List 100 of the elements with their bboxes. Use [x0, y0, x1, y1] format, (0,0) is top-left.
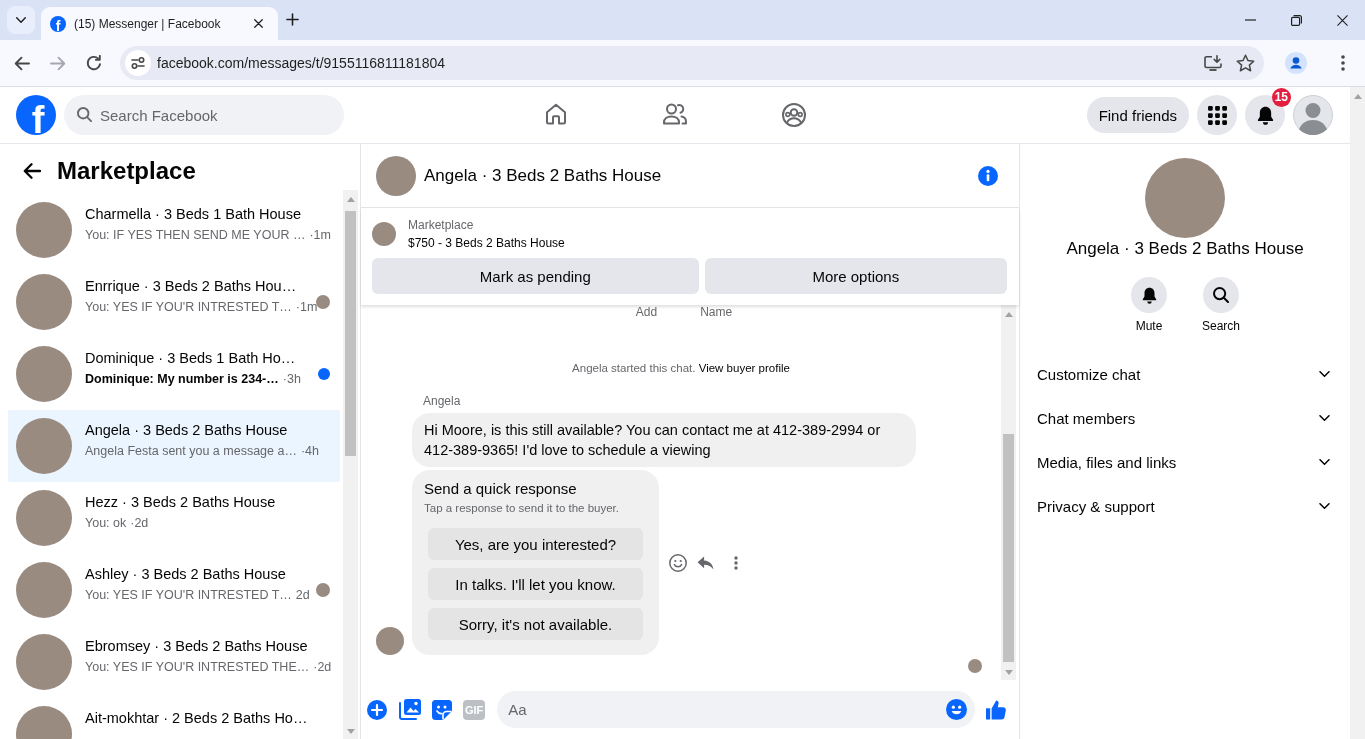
more-icon[interactable] [734, 555, 738, 570]
conversation-item[interactable]: Ashley · 3 Beds 2 Baths House You: YES IF YOU'R INTRESTED T… 2d [8, 554, 340, 626]
conversation-avatar [16, 418, 72, 474]
menu-button[interactable] [1197, 95, 1237, 135]
conversation-title: Hezz · 3 Beds 2 Baths House [85, 493, 277, 512]
section-row[interactable]: Customize chat [1020, 352, 1350, 396]
quick-response-button[interactable]: In talks. I'll let you know. [428, 568, 643, 600]
search-field[interactable]: Search Facebook [64, 95, 344, 135]
conversation-item[interactable]: Hezz · 3 Beds 2 Baths House You: ok ·2d [8, 482, 340, 554]
message-time: ·3h [282, 371, 301, 388]
conversation-item[interactable]: Enrrique · 3 Beds 2 Baths Hou… You: YES IF YOU'R INTRESTED T… ·1m [8, 266, 340, 338]
message-preview: Dominique: My number is 234-… [85, 371, 279, 388]
conversation-avatar [16, 202, 72, 258]
info-icon[interactable] [978, 165, 998, 186]
quick-response-button[interactable]: Sorry, it's not available. [428, 608, 643, 640]
message-field[interactable]: Aa [497, 691, 975, 728]
section-row[interactable]: Chat members [1020, 396, 1350, 440]
url-text: facebook.com/messages/t/9155116811181804 [157, 55, 445, 71]
conversation-item[interactable]: Ait-mokhtar · 2 Beds 2 Baths Ho… [8, 698, 340, 739]
bell-icon [1141, 286, 1157, 304]
message-time: 2d [295, 587, 310, 604]
conversation-item[interactable]: Ebromsey · 3 Beds 2 Baths House You: YES IF YOU'R INTRESTED THE… ·2d [8, 626, 340, 698]
conversation-item[interactable]: Dominique · 3 Beds 1 Bath Ho… Dominique: My number is 234-… ·3h [8, 338, 340, 410]
message-preview: You: YES IF YOU'R INTRESTED T… [85, 299, 292, 316]
minimize-icon[interactable] [1244, 19, 1256, 21]
install-icon[interactable] [1204, 55, 1222, 71]
message-time: ·2d [313, 659, 332, 676]
search-icon [77, 107, 92, 122]
sidebar-title: Marketplace [57, 157, 196, 185]
search-icon [1213, 287, 1229, 303]
reply-icon[interactable] [697, 555, 714, 570]
message-bubble: Hi Moore, is this still available? You can contact me at 412-389-2994 or 412-389-9365! I'd love to schedule a viewing [412, 413, 916, 467]
conversation-title: Ait-mokhtar · 2 Beds 2 Baths Ho… [85, 709, 309, 728]
listing-title: $750 - 3 Beds 2 Baths House [408, 236, 565, 250]
back-arrow-icon[interactable] [14, 55, 30, 71]
group-icon[interactable] [782, 103, 806, 127]
emoji-icon[interactable] [946, 699, 967, 720]
site-settings-icon[interactable] [125, 50, 151, 76]
listing-action-button[interactable]: More options [704, 258, 1007, 294]
message-preview: Angela Festa sent you a message a… [85, 443, 297, 460]
grid-icon [1207, 105, 1227, 125]
image-icon[interactable] [399, 699, 421, 720]
restore-icon[interactable] [1290, 14, 1302, 26]
smiley-icon[interactable] [669, 553, 687, 572]
message-preview: You: YES IF YOU'R INTRESTED THE… [85, 659, 310, 676]
button-caption: Mute [1135, 318, 1163, 334]
search-button[interactable] [1203, 277, 1239, 313]
menu-icon[interactable] [1341, 55, 1345, 71]
find-friends-button[interactable]: Find friends [1086, 97, 1189, 133]
quick-response-button[interactable]: Yes, are you interested? [428, 528, 643, 560]
profile-icon[interactable] [1285, 52, 1307, 74]
conversation-avatar [376, 155, 416, 196]
notification-badge: 15 [1271, 88, 1291, 107]
message-time: ·4h [300, 443, 319, 460]
new-tab-icon[interactable] [286, 13, 299, 26]
chevron-down-icon [16, 17, 26, 23]
sender-name: Angela [423, 394, 461, 408]
conversation-title: Dominique · 3 Beds 1 Bath Ho… [85, 349, 297, 368]
tab-list-button[interactable] [7, 6, 35, 34]
star-icon[interactable] [1236, 54, 1255, 72]
address-bar[interactable]: facebook.com/messages/t/9155116811181804 [120, 46, 1264, 80]
section-row[interactable]: Media, files and links [1020, 440, 1350, 484]
mute-button[interactable] [1131, 277, 1167, 313]
facebook-logo[interactable]: f [16, 95, 56, 135]
listing-action-button[interactable]: Mark as pending [372, 258, 699, 294]
scrollbar-thumb[interactable] [1003, 434, 1014, 662]
profile-name: Angela · 3 Beds 2 Baths House [1066, 238, 1304, 260]
quick-response-title: Send a quick response [424, 479, 578, 499]
system-note: Angela started this chat. View buyer profile [571, 361, 791, 376]
seen-avatar [968, 659, 982, 673]
reload-icon[interactable] [86, 55, 102, 71]
conversation-avatar [16, 634, 72, 690]
sticker-icon[interactable] [432, 699, 452, 720]
people-icon[interactable] [663, 103, 687, 125]
conversation-item[interactable]: Angela · 3 Beds 2 Baths House Angela Festa sent you a message a… ·4h [8, 410, 340, 482]
browser-tab[interactable]: f (15) Messenger | Facebook [41, 7, 278, 40]
buyer-profile-link[interactable]: View buyer profile [698, 362, 790, 374]
conversation-item[interactable]: Charmella · 3 Beds 1 Bath House You: IF YES THEN SEND ME YOUR … ·1m [8, 194, 340, 266]
scrollbar-thumb[interactable] [345, 211, 356, 456]
message-preview: You: YES IF YOU'R INTRESTED T… [85, 587, 292, 604]
bell-icon [1256, 105, 1274, 125]
back-arrow-icon[interactable] [23, 163, 41, 179]
favicon-logo: f [50, 15, 66, 32]
thumbs-up-icon[interactable] [986, 699, 1006, 720]
section-row[interactable]: Privacy & support [1020, 484, 1350, 528]
message-preview: You: IF YES THEN SEND ME YOUR … [85, 227, 306, 244]
home-icon[interactable] [545, 103, 567, 125]
conversation-avatar [16, 562, 72, 618]
conversation-title: Enrrique · 3 Beds 2 Baths Hou… [85, 277, 298, 296]
avatar-icon[interactable] [1293, 95, 1333, 135]
message-time: ·1m [295, 299, 318, 316]
message-preview: You: ok [85, 515, 127, 532]
conversation-title: Ashley · 3 Beds 2 Baths House [85, 565, 287, 584]
listing-photo [372, 222, 396, 246]
add-icon[interactable] [367, 699, 387, 720]
clipped-label: Add [635, 305, 658, 319]
clipped-label: Name [700, 305, 733, 319]
close-icon[interactable] [254, 19, 263, 28]
close-icon[interactable] [1336, 14, 1348, 26]
sender-avatar [376, 627, 404, 655]
